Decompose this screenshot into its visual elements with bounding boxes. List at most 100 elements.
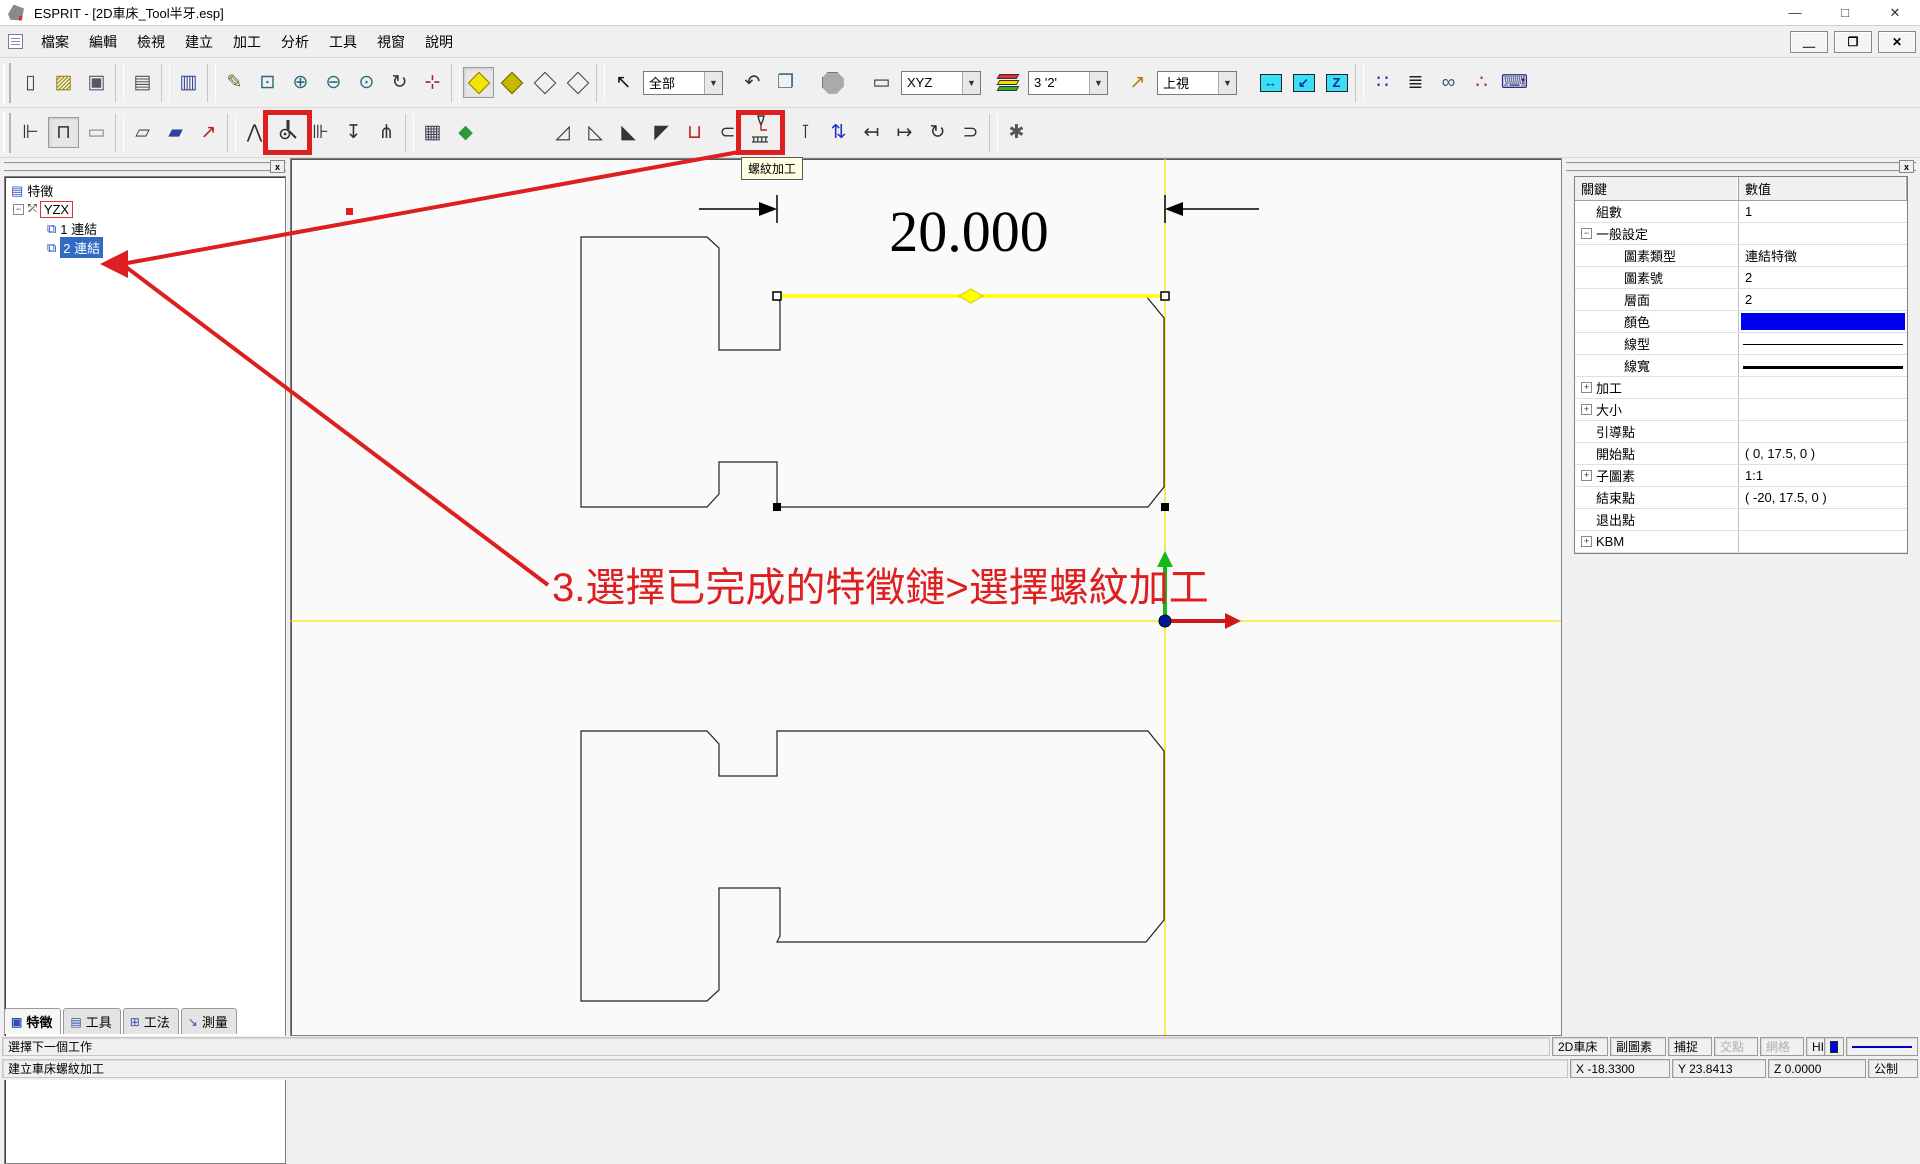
tab-特徵[interactable]: ▣特徵	[4, 1008, 61, 1034]
lathe-drilling-button[interactable]: ⊂	[712, 117, 743, 148]
selection-filter-dropdown-arrow-icon[interactable]: ▼	[704, 72, 722, 94]
status-toggle-網格[interactable]: 網格	[1760, 1037, 1804, 1056]
tree-node-plane[interactable]: − ⤱ YZX	[5, 200, 285, 219]
single-point-button[interactable]: ⊺	[790, 117, 821, 148]
status-toggle-副圖素[interactable]: 副圖素	[1610, 1037, 1666, 1056]
property-row-退出點[interactable]: 退出點	[1575, 509, 1907, 531]
toolbar-handle[interactable]	[3, 63, 11, 103]
status-color-swatch[interactable]	[1824, 1037, 1844, 1056]
copy-paste-button[interactable]: ❐	[770, 67, 801, 98]
property-row-加工[interactable]: +加工	[1575, 377, 1907, 399]
property-row-開始點[interactable]: 開始點( 0, 17.5, 0 )	[1575, 443, 1907, 465]
od-finishing-button[interactable]: ◣	[613, 117, 644, 148]
layer-dropdown[interactable]: 3 '2'▼	[1028, 71, 1108, 95]
threading-button[interactable]	[745, 117, 776, 148]
status-toggle-交點[interactable]: 交點	[1714, 1037, 1758, 1056]
tree-root-features[interactable]: ▤ 特徵	[5, 181, 285, 200]
zoom-previous-button[interactable]: ⊙	[351, 67, 382, 98]
hidden-line-view-button[interactable]	[562, 67, 593, 98]
minimize-button[interactable]: —	[1770, 0, 1820, 26]
toolbar-handle[interactable]	[3, 113, 11, 153]
expander-icon[interactable]: +	[1581, 382, 1592, 393]
status-line-style[interactable]	[1846, 1037, 1918, 1056]
undo-button[interactable]: ↶	[737, 67, 768, 98]
property-row-引導點[interactable]: 引導點	[1575, 421, 1907, 443]
collapse-icon[interactable]: −	[13, 204, 24, 215]
keyboard-macro-button[interactable]: ⌨	[1499, 67, 1530, 98]
print-button[interactable]: ▤	[127, 67, 158, 98]
new-file-button[interactable]: ▯	[15, 67, 46, 98]
select-cursor-button[interactable]: ↖	[608, 67, 639, 98]
thickline-value[interactable]	[1743, 366, 1903, 369]
rotate-view-button[interactable]: ↻	[384, 67, 415, 98]
menu-加工[interactable]: 加工	[223, 30, 271, 54]
property-row-層面[interactable]: 層面2	[1575, 289, 1907, 311]
sub-spindle-button[interactable]: ⊃	[955, 117, 986, 148]
pan-view-button[interactable]: ⊹	[417, 67, 448, 98]
turn-feature-arrow-button[interactable]: ⊩	[15, 117, 46, 148]
machine-setup-button[interactable]: ✱	[1001, 117, 1032, 148]
hatch-lines-button[interactable]: ≣	[1400, 67, 1431, 98]
expander-icon[interactable]: +	[1581, 404, 1592, 415]
drawing-canvas[interactable]: 20.000	[290, 158, 1562, 1036]
grid-settings-button[interactable]: ∷	[1367, 67, 1398, 98]
layers-button[interactable]	[993, 67, 1024, 98]
document-properties-button[interactable]: ▥	[173, 67, 204, 98]
axis-angle-button[interactable]: ↗	[193, 117, 224, 148]
balanced-roughing-button[interactable]: ◺	[580, 117, 611, 148]
tree-item-1-連結[interactable]: ⧉1 連結	[5, 219, 285, 238]
turn-feature-button[interactable]: ⊓	[48, 117, 79, 148]
menu-檔案[interactable]: 檔案	[31, 30, 79, 54]
property-row-圖素類型[interactable]: 圖素類型連結特徵	[1575, 245, 1907, 267]
close-button[interactable]: ✕	[1870, 0, 1920, 26]
menu-視窗[interactable]: 視窗	[367, 30, 415, 54]
property-row-顏色[interactable]: 顏色	[1575, 311, 1907, 333]
panel-close-icon[interactable]: x	[270, 160, 285, 173]
child-minimize-button[interactable]: ＿	[1790, 31, 1828, 53]
face-plane-button[interactable]: ▱	[127, 117, 158, 148]
menu-分析[interactable]: 分析	[271, 30, 319, 54]
transfer-left-button[interactable]: ↤	[856, 117, 887, 148]
point-display-button[interactable]: ∴	[1466, 67, 1497, 98]
save-file-button[interactable]: ▣	[81, 67, 112, 98]
lower-part-profile[interactable]	[581, 731, 1164, 1001]
stop-disabled-button[interactable]	[817, 67, 848, 98]
panel-close-icon[interactable]: x	[1899, 160, 1914, 173]
zoom-window-button[interactable]: ⊡	[252, 67, 283, 98]
thinline-value[interactable]	[1743, 344, 1903, 345]
view-dropdown[interactable]: 上視▼	[1157, 71, 1237, 95]
view-dropdown-arrow-icon[interactable]: ▼	[1218, 72, 1236, 94]
property-row-結束點[interactable]: 結束點( -20, 17.5, 0 )	[1575, 487, 1907, 509]
find-glasses-button[interactable]: ∞	[1433, 67, 1464, 98]
shade-view-alt-button[interactable]	[496, 67, 527, 98]
open-file-button[interactable]: ▨	[48, 67, 79, 98]
property-row-線型[interactable]: 線型	[1575, 333, 1907, 355]
cone-feature-button[interactable]: ⋀	[239, 117, 270, 148]
property-row-子圖素[interactable]: +子圖素1:1	[1575, 465, 1907, 487]
profile-turning-button[interactable]: ◤	[646, 117, 677, 148]
selection-filter-dropdown[interactable]: 全部▼	[643, 71, 723, 95]
redraw-brush-button[interactable]: ✎	[219, 67, 250, 98]
menu-工具[interactable]: 工具	[319, 30, 367, 54]
status-toggle-捕捉[interactable]: 捕捉	[1668, 1037, 1712, 1056]
view-orientation-button[interactable]: ↗	[1122, 67, 1153, 98]
child-close-button[interactable]: ✕	[1878, 31, 1916, 53]
expander-icon[interactable]: −	[1581, 228, 1592, 239]
rotate-view-y-button[interactable]: ↙	[1288, 67, 1319, 98]
swap-plane-button[interactable]: ▰	[160, 117, 191, 148]
od-roughing-button[interactable]: ◿	[547, 117, 578, 148]
property-row-大小[interactable]: +大小	[1575, 399, 1907, 421]
turn-tool-button[interactable]	[272, 117, 303, 148]
solid-model-button[interactable]: ◆	[450, 117, 481, 148]
tab-工法[interactable]: ⊞工法	[123, 1008, 179, 1034]
pattern-plane-button[interactable]: ▦	[417, 117, 448, 148]
color-value-swatch[interactable]	[1741, 313, 1905, 330]
tap-tool-button[interactable]: ⋔	[371, 117, 402, 148]
menu-檢視[interactable]: 檢視	[127, 30, 175, 54]
menu-編輯[interactable]: 編輯	[79, 30, 127, 54]
maximize-button[interactable]: □	[1820, 0, 1870, 26]
menu-說明[interactable]: 說明	[415, 30, 463, 54]
tree-item-2-連結[interactable]: ⧉2 連結	[5, 238, 285, 257]
shade-view-button[interactable]	[463, 67, 494, 98]
property-row-圖素號[interactable]: 圖素號2	[1575, 267, 1907, 289]
